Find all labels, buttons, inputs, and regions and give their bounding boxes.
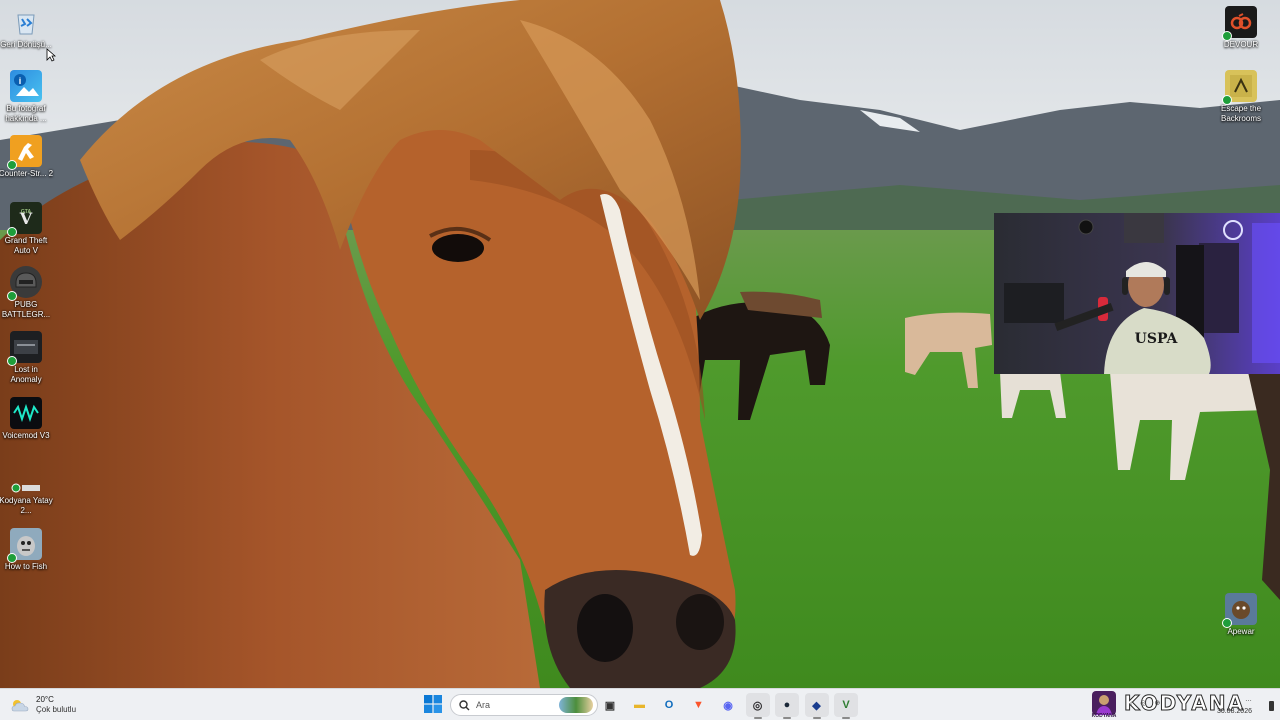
file-explorer-icon: ▬ [634, 699, 645, 711]
svg-text:i: i [19, 76, 22, 86]
weather-widget[interactable]: 20°C Çok bulutlu [10, 693, 76, 717]
desktop-icon-counter-strike[interactable]: Counter-Str... 2 [0, 135, 54, 179]
recycle-bin-icon [10, 6, 42, 38]
taskbar-app-obs[interactable]: ◎ [745, 693, 770, 719]
desktop-icon-kodyana-file[interactable]: Kodyana Yatay 2... [0, 482, 53, 515]
taskbar: 20°C Çok bulutlu Ara ▣ ▬ O ▼ ◉ ◎ ● ◆ V KODYANA K… [0, 688, 1280, 720]
desktop-icon-gta[interactable]: V GTA Grand Theft Auto V [0, 202, 52, 255]
desktop-icon-how-to-fish[interactable]: How to Fish [0, 528, 52, 572]
desktop-icon-pubg[interactable]: PUBG BATTLEGR... [0, 266, 52, 319]
running-indicator [783, 717, 791, 719]
desktop-icon-label: Kodyana Yatay 2... [0, 496, 53, 515]
desktop-icon-lost-in-anomaly[interactable]: Lost in Anomaly [0, 331, 52, 384]
pubg-icon [7, 266, 42, 301]
cloud-icon [10, 697, 30, 713]
svg-text:USPA: USPA [1135, 331, 1179, 347]
lost-in-anomaly-icon [7, 331, 42, 366]
clock[interactable]: … 30.08.2026 [1212, 695, 1252, 716]
webcam-overlay: USPA [994, 213, 1280, 374]
clock-time: … [1245, 696, 1252, 703]
start-button[interactable] [424, 695, 444, 715]
desktop-icon-photo-info[interactable]: i Bu fotoğraf hakkında ... [0, 70, 52, 123]
steam-icon: ● [783, 699, 791, 711]
weather-temperature: 20°C [36, 695, 54, 704]
running-indicator [753, 717, 762, 719]
taskbar-app-steam[interactable]: ● [775, 693, 799, 719]
running-indicator [812, 717, 821, 719]
clock-date: 30.08.2026 [1216, 708, 1252, 715]
desktop-icon-recycle-bin[interactable]: Geri Dönüşü... [0, 6, 52, 50]
desktop-icon-label: How to Fish [4, 562, 48, 571]
desktop-icon-label: Lost in Anomaly [10, 365, 42, 384]
streaming-app-icon: ◆ [812, 699, 821, 712]
search-icon [459, 699, 470, 710]
windows-logo-icon [424, 695, 442, 713]
info-photo-icon: i [10, 70, 42, 102]
desktop-icon-voicemod[interactable]: Voicemod V3 [0, 397, 52, 441]
desktop-icon-escape-backrooms[interactable]: Escape the Backrooms [1215, 70, 1267, 123]
escape-backrooms-icon [1222, 70, 1257, 105]
avatar[interactable] [1092, 691, 1116, 715]
desktop-icon-label: Voicemod V3 [2, 431, 50, 440]
taskbar-app-file-explorer[interactable]: ▬ [628, 693, 652, 717]
system-tray: KODYANA KODYANA ‹ ◎ ⊕ … 30.08.2026 [1090, 689, 1280, 720]
outlook-icon: O [664, 699, 674, 711]
discord-icon: ◉ [723, 699, 733, 712]
desktop-icon-label: Apewar [1227, 627, 1255, 636]
devour-icon [1222, 6, 1257, 41]
how-to-fish-icon [7, 528, 42, 563]
kodyana-file-icon [10, 482, 42, 494]
taskbar-app-streaming-app[interactable]: ◆ [804, 693, 829, 719]
taskbar-app-discord[interactable]: ◉ [716, 693, 740, 717]
vegas-icon: V [842, 699, 850, 711]
taskbar-search[interactable]: Ara [450, 694, 598, 716]
search-placeholder: Ara [476, 700, 491, 710]
notification-icon[interactable] [1269, 701, 1274, 711]
desktop-icon-label: Counter-Str... 2 [0, 169, 54, 178]
taskbar-app-vegas[interactable]: V [834, 693, 858, 719]
desktop-icon-label: Escape the Backrooms [1220, 104, 1262, 123]
desktop-icon-label: PUBG BATTLEGR... [1, 300, 51, 319]
task-view-icon: ▣ [604, 699, 616, 712]
counter-strike-icon [7, 135, 42, 170]
running-indicator [842, 717, 850, 719]
taskbar-app-outlook[interactable]: O [657, 693, 681, 717]
desktop-icon-apewar[interactable]: Apewar [1215, 593, 1267, 637]
taskbar-app-brave[interactable]: ▼ [687, 693, 711, 717]
desktop-icon-label: Grand Theft Auto V [4, 236, 48, 255]
desktop-icon-label: DEVOUR [1223, 40, 1259, 49]
tray-icons[interactable]: ‹ ◎ ⊕ [1130, 699, 1163, 707]
desktop-icon-label: Bu fotoğraf hakkında ... [5, 104, 47, 123]
apewar-icon [1222, 593, 1257, 628]
search-highlight-image [559, 697, 593, 713]
svg-text:GTA: GTA [21, 209, 32, 215]
obs-icon: ◎ [752, 699, 763, 712]
taskbar-app-task-view[interactable]: ▣ [598, 693, 622, 717]
avatar-label: KODYANA [1091, 713, 1117, 719]
desktop-icon-devour[interactable]: DEVOUR [1215, 6, 1267, 50]
voicemod-icon [10, 397, 42, 429]
gta-icon: V GTA [7, 202, 42, 237]
brave-icon: ▼ [693, 699, 704, 711]
weather-condition: Çok bulutlu [36, 705, 77, 714]
